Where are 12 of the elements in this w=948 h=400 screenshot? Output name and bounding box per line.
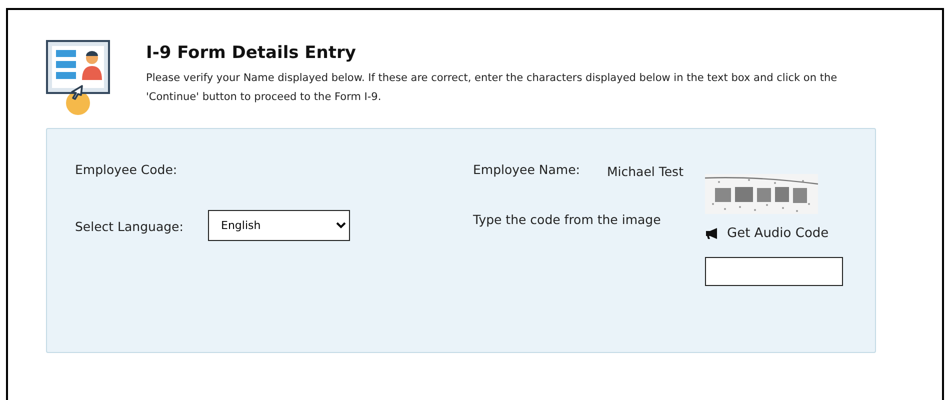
language-select[interactable]: English: [208, 210, 350, 241]
employee-code-label: Employee Code:: [75, 162, 178, 177]
employee-name-value: Michael Test: [607, 163, 684, 179]
page-title: I-9 Form Details Entry: [146, 43, 357, 63]
megaphone-icon: [705, 228, 719, 239]
instructions-text: Please verify your Name displayed below. If these are correct, enter the characters displayed below in the text box and click on the 'Continue' button to proceed to the Form I-9.: [146, 71, 838, 105]
captcha-input-field[interactable]: [705, 256, 843, 286]
form-illustration-icon: [46, 40, 110, 116]
audio-code-link[interactable]: Get Audio Code: [705, 226, 843, 241]
captcha-label: Type the code from the image: [473, 212, 662, 227]
employee-name-label: Employee Name:: [473, 162, 581, 177]
language-label: Select Language:: [75, 219, 184, 234]
